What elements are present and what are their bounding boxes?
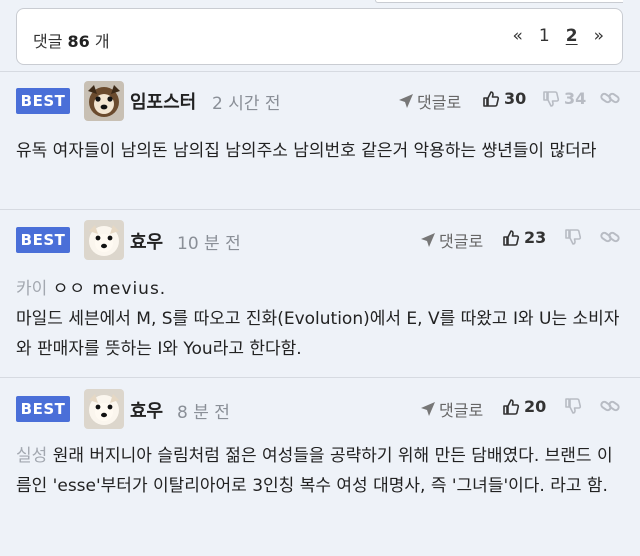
comment-item: BEST 효우 8 분 전 댓글로 20 실성 원래 버지니아 슬림처럼 젊은 … [0, 377, 640, 556]
link-icon[interactable] [600, 229, 620, 245]
reply-arrow-icon [398, 93, 414, 109]
author-name[interactable]: 임포스터 [130, 88, 196, 114]
comment-text: 유독 여자들이 남의돈 남의집 남의주소 남의번호 같은거 악용하는 썅년들이 … [16, 136, 628, 166]
mention-tag[interactable]: 카이 [16, 279, 47, 299]
post-time: 2 시간 전 [212, 94, 281, 114]
link-icon[interactable] [600, 90, 620, 106]
comment-body: 유독 여자들이 남의돈 남의집 남의주소 남의번호 같은거 악용하는 썅년들이 … [16, 141, 597, 161]
reply-arrow-icon [420, 401, 436, 417]
thumbs-up-icon [502, 229, 520, 247]
reply-button[interactable]: 댓글로 [398, 89, 461, 113]
reply-target-line: 카이 ㅇㅇ mevius. [16, 274, 628, 304]
comment-count: 댓글 86 개 [33, 28, 110, 52]
thumbs-down-icon [564, 228, 582, 246]
thumbs-down-icon [542, 90, 560, 108]
first-page-link[interactable]: « [513, 26, 523, 46]
page-1-link[interactable]: 1 [539, 26, 550, 46]
next-page-link[interactable]: » [594, 26, 604, 46]
like-count: 20 [524, 397, 547, 416]
like-button[interactable]: 23 [502, 228, 546, 247]
like-count: 30 [504, 89, 527, 108]
like-button[interactable]: 20 [502, 397, 546, 416]
comment-text: 실성 원래 버지니아 슬림처럼 젊은 여성들을 공략하기 위해 만든 담배였다.… [16, 441, 628, 501]
author-name[interactable]: 효우 [130, 228, 163, 254]
post-time: 10 분 전 [177, 234, 241, 254]
reply-label: 댓글로 [439, 232, 484, 251]
mention-extra: ㅇㅇ mevius. [52, 279, 167, 299]
comment-counter-bar: 댓글 86 개 « 1 2 » [16, 8, 623, 65]
comment-body: 마일드 세븐에서 M, S를 따오고 진화(Evolution)에서 E, V를… [16, 309, 620, 359]
best-badge: BEST [16, 227, 70, 253]
comment-text: 카이 ㅇㅇ mevius. 마일드 세븐에서 M, S를 따오고 진화(Evol… [16, 274, 628, 364]
link-icon[interactable] [600, 398, 620, 414]
dislike-count: 34 [564, 89, 587, 108]
reply-button[interactable]: 댓글로 [420, 397, 483, 421]
count-number: 86 [67, 32, 90, 51]
count-prefix: 댓글 [33, 32, 63, 51]
comment-section: 댓글 86 개 « 1 2 » BEST 임포스터 2 시간 전 댓글로 30 … [0, 0, 640, 556]
thumbs-down-icon [564, 397, 582, 415]
top-card-edge [375, 0, 623, 3]
reply-button[interactable]: 댓글로 [420, 228, 483, 252]
author-name[interactable]: 효우 [130, 397, 163, 423]
best-badge: BEST [16, 396, 70, 422]
like-button[interactable]: 30 [482, 89, 526, 108]
comment-item: BEST 효우 10 분 전 댓글로 23 카이 ㅇㅇ mevius. 마일드 … [0, 209, 640, 377]
mention-tag[interactable]: 실성 [16, 446, 47, 466]
pagination: « 1 2 » [513, 26, 604, 46]
dog-avatar-icon[interactable] [84, 81, 124, 121]
dislike-button[interactable] [564, 228, 582, 246]
dog-avatar-icon[interactable] [84, 389, 124, 429]
thumbs-up-icon [502, 398, 520, 416]
reply-label: 댓글로 [439, 401, 484, 420]
comment-body: 원래 버지니아 슬림처럼 젊은 여성들을 공략하기 위해 만든 담배였다. 브랜… [16, 446, 613, 496]
best-badge: BEST [16, 88, 70, 114]
thumbs-up-icon [482, 90, 500, 108]
post-time: 8 분 전 [177, 403, 230, 423]
reply-arrow-icon [420, 232, 436, 248]
dislike-button[interactable] [564, 397, 582, 415]
dog-avatar-icon[interactable] [84, 220, 124, 260]
page-2-current[interactable]: 2 [566, 26, 578, 46]
count-suffix: 개 [94, 32, 110, 51]
reply-label: 댓글로 [417, 93, 462, 112]
dislike-button[interactable]: 34 [542, 89, 586, 108]
comment-item: BEST 임포스터 2 시간 전 댓글로 30 34 유독 여자들이 남의돈 남… [0, 71, 640, 209]
like-count: 23 [524, 228, 547, 247]
